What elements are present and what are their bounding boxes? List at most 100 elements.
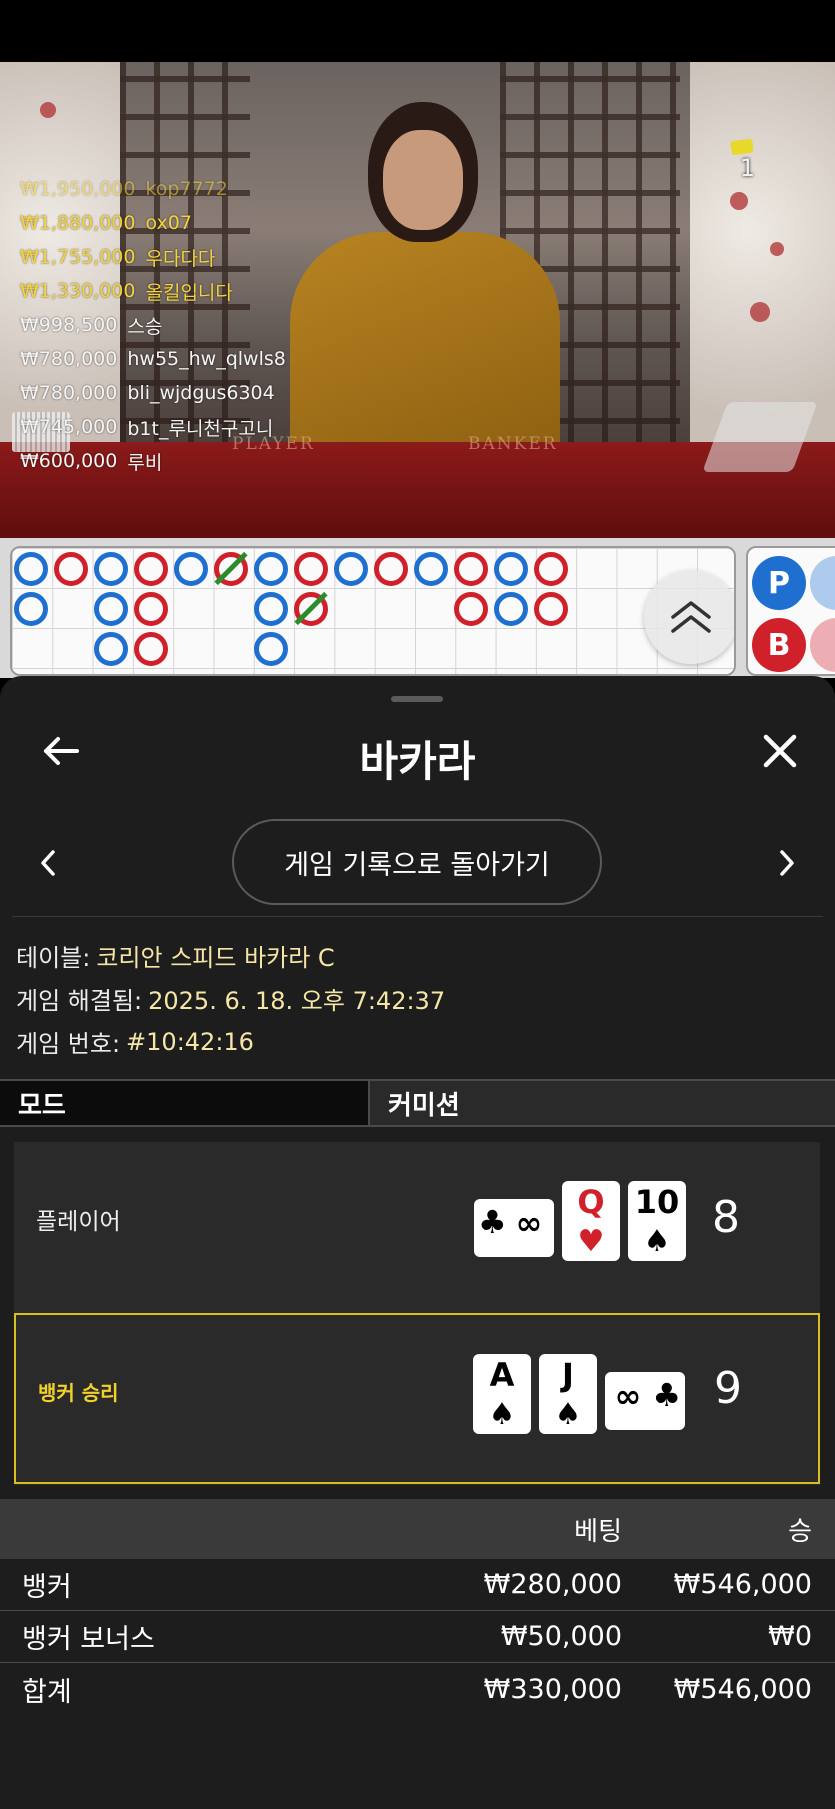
player-hand-label: 플레이어: [36, 1209, 121, 1235]
player-card-2: Q ♥: [562, 1181, 620, 1261]
bet-table: 베팅 승 뱅커 ₩280,000 ₩546,000 뱅커 보너스 ₩50,000…: [0, 1499, 835, 1715]
winner-row: ₩745,000 b1t_루니천구고니: [20, 410, 286, 444]
sheet-drag-handle[interactable]: [391, 696, 443, 702]
resolved-info: 게임 해결됨: 2025. 6. 18. 오후 7:42:37: [16, 977, 445, 1020]
winner-name: 올킬입니다: [145, 281, 233, 304]
winners-list: ₩1,950,000 kop7772 ₩1,880,000 ox07 ₩1,755,00…: [20, 172, 286, 478]
expand-roadmap-button[interactable]: [644, 570, 734, 664]
round-counter: 1: [739, 154, 755, 182]
banker-card-2: J ♠: [539, 1354, 597, 1434]
sheet-header: 바카라: [0, 716, 835, 786]
club-suit: ♣: [652, 1376, 681, 1414]
total-label: 합계: [22, 1676, 72, 1708]
card-rank: ∞: [614, 1377, 642, 1415]
double-chevron-up-icon: [671, 601, 711, 633]
winner-name: 루비: [127, 451, 163, 474]
table-label: 테이블:: [16, 944, 91, 972]
bet-type: 뱅커 보너스: [22, 1624, 155, 1655]
mode-value: 커미션: [370, 1081, 835, 1125]
spade-suit: ♠: [643, 1224, 671, 1259]
card-rank: A: [489, 1356, 515, 1394]
winner-name: 스승: [127, 315, 163, 338]
winner-row: ₩1,950,000 kop7772: [20, 172, 286, 206]
player-bead: [494, 592, 528, 626]
banker-score: 9: [714, 1363, 742, 1414]
winner-amount: ₩780,000: [20, 382, 118, 404]
player-bead: [254, 552, 288, 586]
winner-row: ₩998,500 스승: [20, 308, 286, 342]
table-row: 뱅커 보너스 ₩50,000 ₩0: [0, 1611, 835, 1663]
banker-bead: [454, 552, 488, 586]
player-bead: [94, 552, 128, 586]
game-number-info: 게임 번호: #10:42:16: [16, 1020, 445, 1063]
banker-bead: [134, 552, 168, 586]
banker-bead: [374, 552, 408, 586]
next-game-button[interactable]: [767, 841, 807, 885]
roadmap-area: P B: [0, 538, 835, 678]
banker-bead: [294, 552, 328, 586]
card-rank: ∞: [515, 1204, 543, 1242]
winner-amount: ₩1,950,000: [20, 178, 136, 200]
winner-name: kop7772: [145, 178, 228, 200]
player-card-3: 10 ♠: [628, 1181, 686, 1261]
win-amount: ₩0: [768, 1621, 812, 1652]
total-bet: ₩330,000: [483, 1673, 622, 1705]
card-rank: Q: [577, 1183, 605, 1221]
felt-banker-label: BANKER: [468, 434, 558, 454]
banker-hand: 뱅커 승리 A ♠ J ♠ ∞ ♣ 9: [14, 1313, 820, 1484]
banker-bead: [534, 592, 568, 626]
player-hand: 플레이어 ♣ ∞ Q ♥ 10 ♠ 8: [14, 1142, 820, 1313]
previous-game-button[interactable]: [28, 841, 68, 885]
game-number-label: 게임 번호:: [16, 1030, 121, 1058]
winner-amount: ₩998,500: [20, 314, 118, 336]
winner-row: ₩1,330,000 올킬입니다: [20, 274, 286, 308]
divider: [12, 916, 823, 917]
player-score: 8: [712, 1192, 740, 1243]
predict-banker-bead-partial: [810, 618, 835, 672]
player-card-1: ♣ ∞: [474, 1199, 554, 1257]
winner-row: ₩600,000 루비: [20, 444, 286, 478]
blossom: [770, 242, 784, 256]
winner-row: ₩780,000 hw55_hw_qlwls8: [20, 342, 286, 376]
winner-amount: ₩745,000: [20, 416, 118, 438]
big-road[interactable]: [10, 546, 736, 676]
blossom: [730, 192, 748, 210]
hand-results: 플레이어 ♣ ∞ Q ♥ 10 ♠ 8 뱅커 승리 A ♠ J ♠ ∞ ♣ 9: [14, 1142, 820, 1485]
win-amount: ₩546,000: [673, 1569, 812, 1600]
game-detail-sheet: 바카라 게임 기록으로 돌아가기 테이블: 코리안 스피드 바카라 C 게임 해…: [0, 676, 835, 1809]
card-rank: J: [562, 1356, 574, 1394]
predict-banker-bead[interactable]: B: [752, 618, 806, 672]
club-suit: ♣: [478, 1203, 507, 1241]
sheet-title: 바카라: [359, 737, 476, 786]
winner-name: b1t_루니천구고니: [127, 417, 274, 440]
resolved-label: 게임 해결됨:: [16, 987, 143, 1015]
close-icon: [763, 734, 797, 768]
predict-road[interactable]: P B: [746, 546, 835, 676]
total-row: 합계 ₩330,000 ₩546,000: [0, 1663, 835, 1715]
back-to-history-button[interactable]: 게임 기록으로 돌아가기: [232, 819, 602, 905]
bet-type: 뱅커: [22, 1572, 72, 1603]
close-button[interactable]: [755, 726, 805, 776]
mode-row: 모드 커미션: [0, 1079, 835, 1127]
predict-player-bead[interactable]: P: [752, 556, 806, 610]
predict-player-bead-partial: [810, 556, 835, 610]
winner-name: bli_wjdgus6304: [127, 382, 275, 404]
winner-row: ₩780,000 bli_wjdgus6304: [20, 376, 286, 410]
game-navigation: 게임 기록으로 돌아가기: [0, 819, 835, 907]
bet-amount: ₩50,000: [500, 1621, 622, 1652]
banker-bead: [134, 592, 168, 626]
player-bead: [414, 552, 448, 586]
live-video: PLAYER BANKER 1 ₩1,950,000 kop7772 ₩1,880,…: [0, 62, 835, 538]
mode-label: 모드: [0, 1081, 370, 1125]
chevron-left-icon: [41, 850, 55, 876]
table-row: 뱅커 ₩280,000 ₩546,000: [0, 1559, 835, 1611]
total-win: ₩546,000: [673, 1673, 812, 1705]
banker-bead: [54, 552, 88, 586]
bet-table-header: 베팅 승: [0, 1499, 835, 1559]
winner-row: ₩1,755,000 우다다다: [20, 240, 286, 274]
spade-suit: ♠: [554, 1397, 582, 1432]
winner-amount: ₩1,755,000: [20, 246, 136, 268]
blossom: [750, 302, 770, 322]
banker-card-1: A ♠: [473, 1354, 531, 1434]
win-column-header: 승: [788, 1516, 812, 1547]
